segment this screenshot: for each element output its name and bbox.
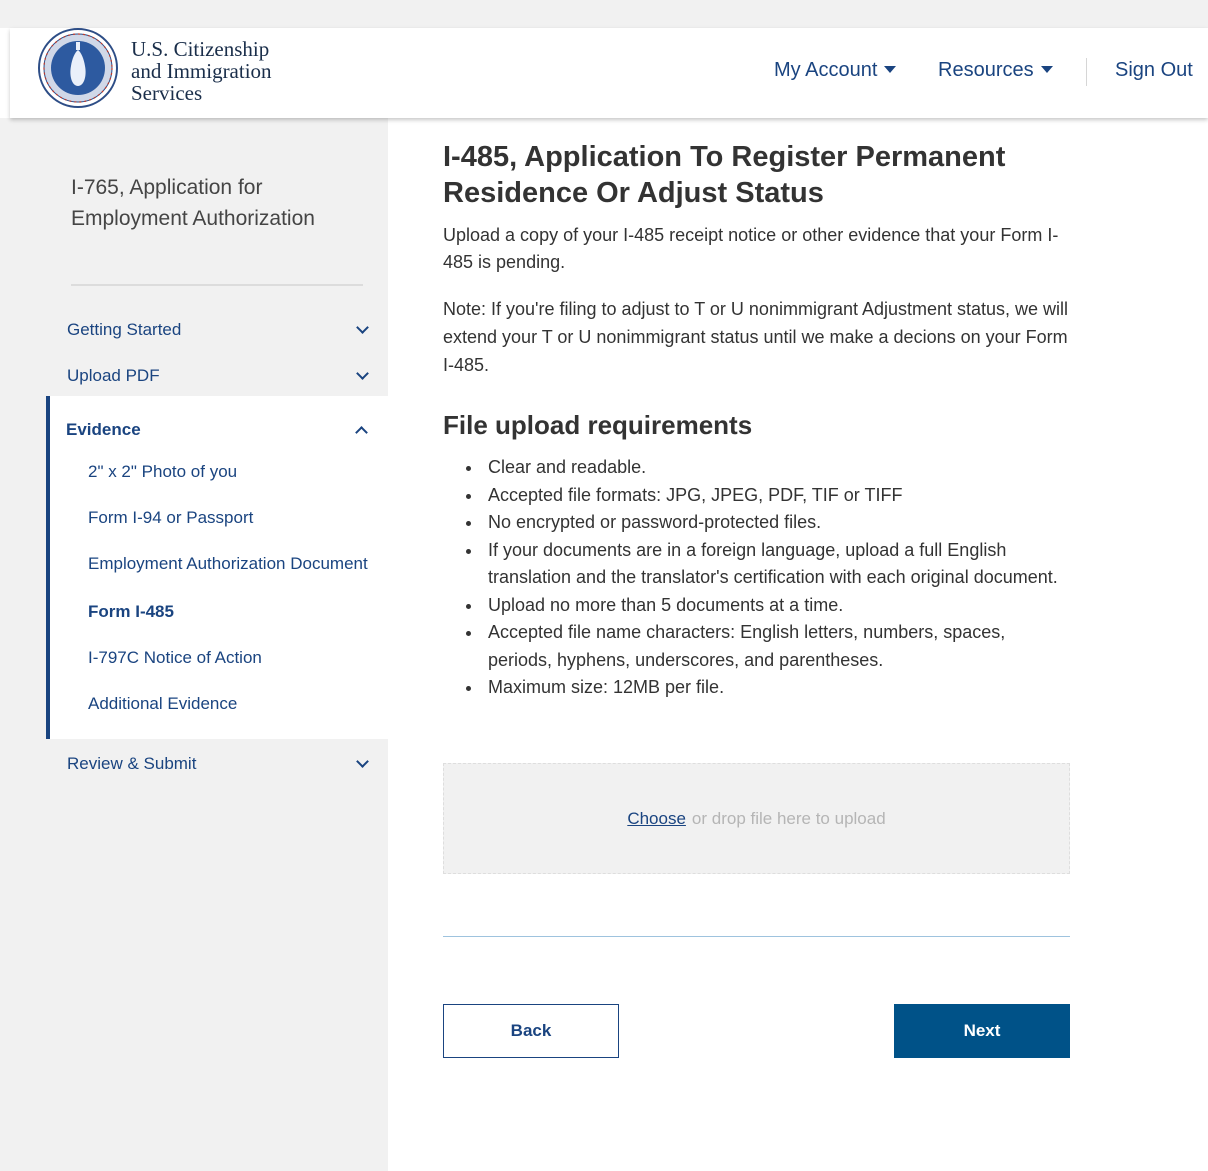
resources-menu[interactable]: Resources (938, 59, 1053, 82)
drop-hint-text: or drop file here to upload (691, 808, 886, 828)
agency-name-line-1: U.S. Citizenship (131, 37, 270, 61)
caret-down-icon (1040, 66, 1053, 73)
next-button[interactable]: Next (894, 1004, 1070, 1058)
evidence-item-additional[interactable]: Additional Evidence (88, 694, 237, 714)
requirement-item: Accepted file name characters: English l… (463, 619, 1070, 674)
sidebar-item-label: Getting Started (67, 320, 182, 339)
requirements-heading: File upload requirements (443, 410, 753, 440)
form-divider (443, 936, 1070, 937)
sidebar-divider (71, 284, 363, 286)
caret-down-icon (884, 66, 897, 73)
uscis-seal-icon[interactable] (38, 28, 118, 108)
sidebar-item-evidence[interactable]: Evidence (66, 420, 368, 440)
note-text: Note: If you're filing to adjust to T or… (443, 299, 1069, 375)
intro-text: Upload a copy of your I-485 receipt noti… (443, 225, 1059, 272)
my-account-label: My Account (774, 59, 878, 81)
sidebar-item-getting-started[interactable]: Getting Started (67, 320, 369, 340)
file-dropzone[interactable]: Choose or drop file here to upload (443, 763, 1070, 874)
sidebar-item-label: Evidence (66, 420, 141, 439)
choose-file-link[interactable]: Choose (627, 809, 686, 829)
resources-label: Resources (938, 59, 1034, 81)
agency-name[interactable]: U.S. Citizenship and Immigration Service… (131, 38, 272, 104)
requirement-item: Maximum size: 12MB per file. (463, 674, 1070, 702)
evidence-item-ead[interactable]: Employment Authorization Document (88, 554, 368, 574)
agency-name-line-3: Services (131, 81, 203, 105)
nav-divider (1086, 58, 1087, 86)
evidence-item-photo[interactable]: 2" x 2" Photo of you (88, 462, 237, 482)
requirement-item: If your documents are in a foreign langu… (463, 537, 1070, 592)
my-account-menu[interactable]: My Account (774, 59, 897, 82)
evidence-item-form-i485[interactable]: Form I-485 (88, 602, 174, 622)
sidebar-item-review-submit[interactable]: Review & Submit (67, 754, 369, 774)
back-button[interactable]: Back (443, 1004, 619, 1058)
form-title: I-765, Application for Employment Author… (71, 176, 315, 230)
evidence-item-i94-passport[interactable]: Form I-94 or Passport (88, 508, 253, 528)
sidebar-item-label: Review & Submit (67, 754, 197, 773)
sidebar-item-label: Upload PDF (67, 366, 160, 385)
page-title: I-485, Application To Register Permanent… (443, 141, 1006, 209)
chevron-down-icon (356, 755, 369, 768)
requirement-item: Upload no more than 5 documents at a tim… (463, 592, 1070, 620)
requirement-item: No encrypted or password-protected files… (463, 509, 1070, 537)
evidence-section: Evidence 2" x 2" Photo of you Form I-94 … (46, 396, 388, 739)
requirement-item: Clear and readable. (463, 454, 1070, 482)
left-gutter (0, 118, 10, 1171)
site-header: U.S. Citizenship and Immigration Service… (10, 28, 1208, 118)
browser-top-strip (0, 0, 1208, 28)
sidebar: I-765, Application for Employment Author… (10, 118, 388, 1171)
requirement-item: Accepted file formats: JPG, JPEG, PDF, T… (463, 482, 1070, 510)
requirements-list: Clear and readable. Accepted file format… (463, 454, 1070, 702)
chevron-down-icon (356, 367, 369, 380)
chevron-up-icon (355, 426, 368, 439)
sidebar-item-upload-pdf[interactable]: Upload PDF (67, 366, 369, 386)
evidence-item-i797c[interactable]: I-797C Notice of Action (88, 648, 262, 668)
sign-out-link[interactable]: Sign Out (1115, 59, 1193, 82)
chevron-down-icon (356, 321, 369, 334)
agency-name-line-2: and Immigration (131, 59, 272, 83)
